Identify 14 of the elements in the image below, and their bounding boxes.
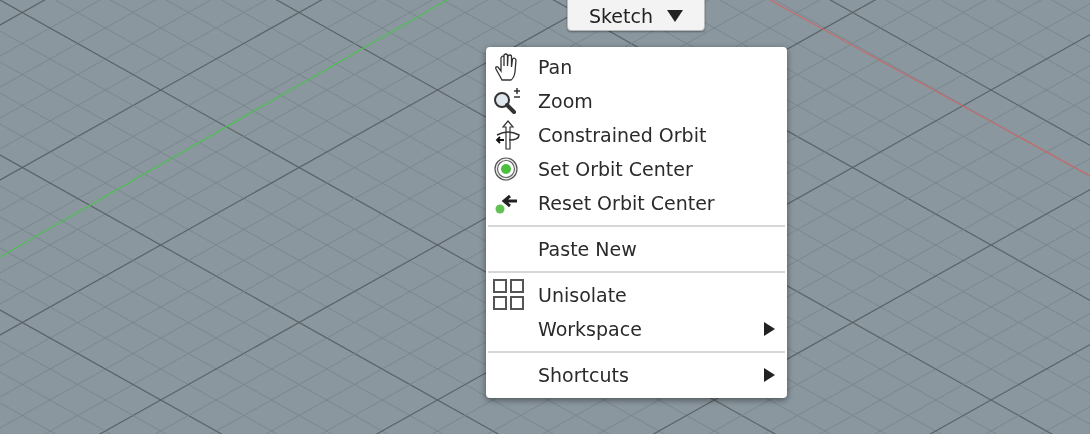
caret-icon (667, 9, 683, 22)
menu-item[interactable]: Set Orbit Center (486, 152, 787, 186)
submenu-arrow-icon (764, 368, 775, 382)
menu-item[interactable]: Reset Orbit Center (486, 186, 787, 220)
four-squares-icon (492, 278, 526, 312)
menu-item[interactable]: Constrained Orbit (486, 118, 787, 152)
menu-item[interactable]: Zoom (486, 84, 787, 118)
submenu-arrow-icon (764, 322, 775, 336)
menu-item[interactable]: Shortcuts (486, 358, 787, 392)
sketch-dropdown-button[interactable]: Sketch (567, 0, 705, 31)
menu-item[interactable]: Paste New (486, 232, 787, 266)
menu-item[interactable]: Unisolate (486, 278, 787, 312)
menu-item[interactable]: Workspace (486, 312, 787, 346)
menu-item[interactable]: Pan (486, 50, 787, 84)
